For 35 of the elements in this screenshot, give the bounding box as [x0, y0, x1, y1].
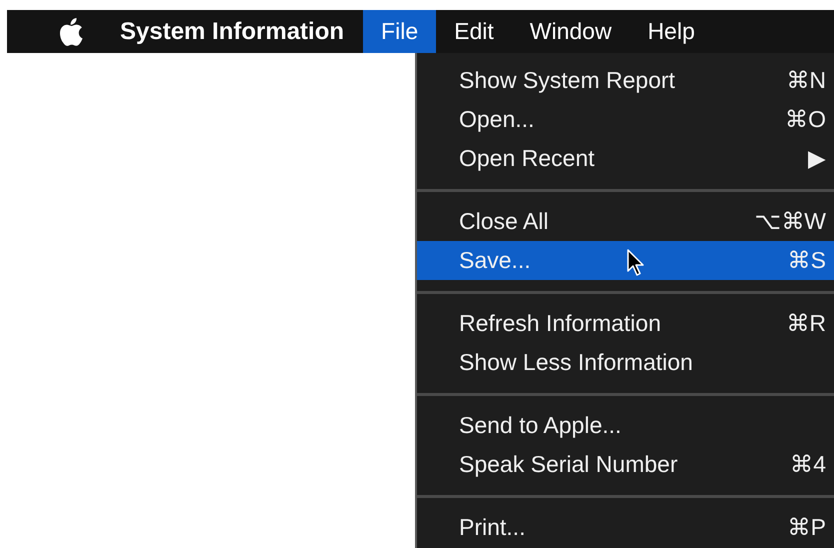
menu-item[interactable]: Open... ⌘O	[417, 100, 834, 139]
menu-item[interactable]: Open Recent ▶	[417, 139, 834, 178]
menu-item-label: Show System Report	[459, 66, 676, 96]
keyboard-shortcut: ⌥⌘W	[754, 207, 826, 236]
menu-item[interactable]: Save... ⌘S	[417, 241, 834, 280]
keyboard-shortcut: ⌘O	[785, 105, 826, 134]
menu-bar-item[interactable]: Help	[630, 10, 713, 53]
apple-logo-icon[interactable]	[60, 18, 84, 46]
menu-bar-item[interactable]: File	[363, 10, 436, 53]
menu-bar-item[interactable]: Edit	[436, 10, 512, 53]
menu-item[interactable]: Close All ⌥⌘W	[417, 202, 834, 241]
menu-item-label: Print...	[459, 513, 526, 542]
menu-item[interactable]: Send to Apple...	[417, 406, 834, 445]
keyboard-shortcut: ⌘S	[788, 246, 826, 276]
menu-item-label: Show Less Information	[459, 348, 693, 378]
menu-item[interactable]: Refresh Information ⌘R	[417, 304, 834, 343]
menu-item-label: Open Recent	[459, 144, 595, 174]
keyboard-shortcut: ▶	[808, 144, 826, 174]
menu-bar-item[interactable]: Window	[512, 10, 630, 53]
keyboard-shortcut: ⌘R	[786, 309, 826, 338]
app-name[interactable]: System Information	[117, 14, 348, 50]
menu-item[interactable]: Show Less Information	[417, 343, 834, 382]
menu-item[interactable]: Print... ⌘P	[417, 508, 834, 547]
keyboard-shortcut: ⌘P	[788, 513, 826, 542]
menu-item-label: Open...	[459, 105, 534, 134]
keyboard-shortcut: ⌘N	[786, 66, 826, 96]
menu-item-label: Send to Apple...	[459, 411, 622, 440]
keyboard-shortcut: ⌘4	[790, 450, 826, 480]
pointer-cursor-icon	[627, 249, 645, 277]
menu-item-label: Speak Serial Number	[459, 450, 678, 480]
menu-item-label: Close All	[459, 207, 548, 236]
menu-item[interactable]: Show System Report ⌘N	[417, 61, 834, 100]
menu-item-label: Save...	[459, 246, 531, 276]
menu-item-label: Refresh Information	[459, 309, 661, 338]
menu-item[interactable]: Speak Serial Number ⌘4	[417, 445, 834, 484]
